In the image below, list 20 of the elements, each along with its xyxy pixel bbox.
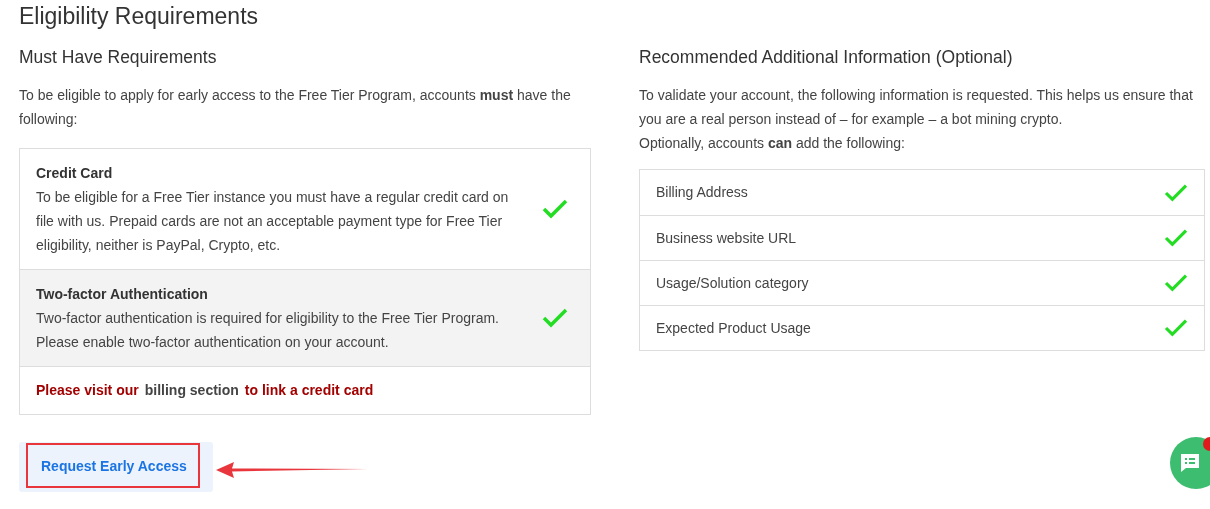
chat-button[interactable] xyxy=(1170,437,1210,489)
intro-paragraph: Optionally, accounts can add the following: xyxy=(639,134,906,153)
info-item-label: Billing Address xyxy=(656,183,748,202)
info-item-label: Business website URL xyxy=(656,228,797,248)
section-heading: Recommended Additional Information (Optional) xyxy=(639,46,1014,69)
intro-paragraph: To validate your account, the following information is requested. This helps us ensure that you are a real person instead of – for example – a bot mining crypto. xyxy=(639,86,1194,129)
request-access-button[interactable]: Request Early Access xyxy=(19,442,213,492)
info-item-label: Expected Product Usage xyxy=(656,318,811,338)
requirement-description: Two-factor authentication is required for eligibility to the Free Tier Program. Please enable two-factor authentication on your account. xyxy=(36,309,500,352)
notice-text: to link a credit card xyxy=(244,382,374,398)
info-item-label: Usage/Solution category xyxy=(656,273,809,293)
section-heading: Must Have Requirements xyxy=(19,46,218,69)
requirement-title: Two-factor Authentication xyxy=(36,285,209,304)
chat-icon xyxy=(1179,452,1201,474)
requirement-title: Credit Card xyxy=(36,164,114,183)
billing-link[interactable]: billing section xyxy=(144,382,239,398)
page-title: Eligibility Requirements xyxy=(19,2,260,31)
requirement-description: To be eligible for a Free Tier instance you must have a regular credit card on file with us. Prepaid cards are not an acceptable payment type for Free Tier eligibility, neither is PayPal, Crypto, etc. xyxy=(36,188,510,255)
notice-text: Please visit our xyxy=(36,382,139,398)
intro-paragraph: To be eligible to apply for early access to the Free Tier Program, accounts must have the following: xyxy=(19,86,572,129)
